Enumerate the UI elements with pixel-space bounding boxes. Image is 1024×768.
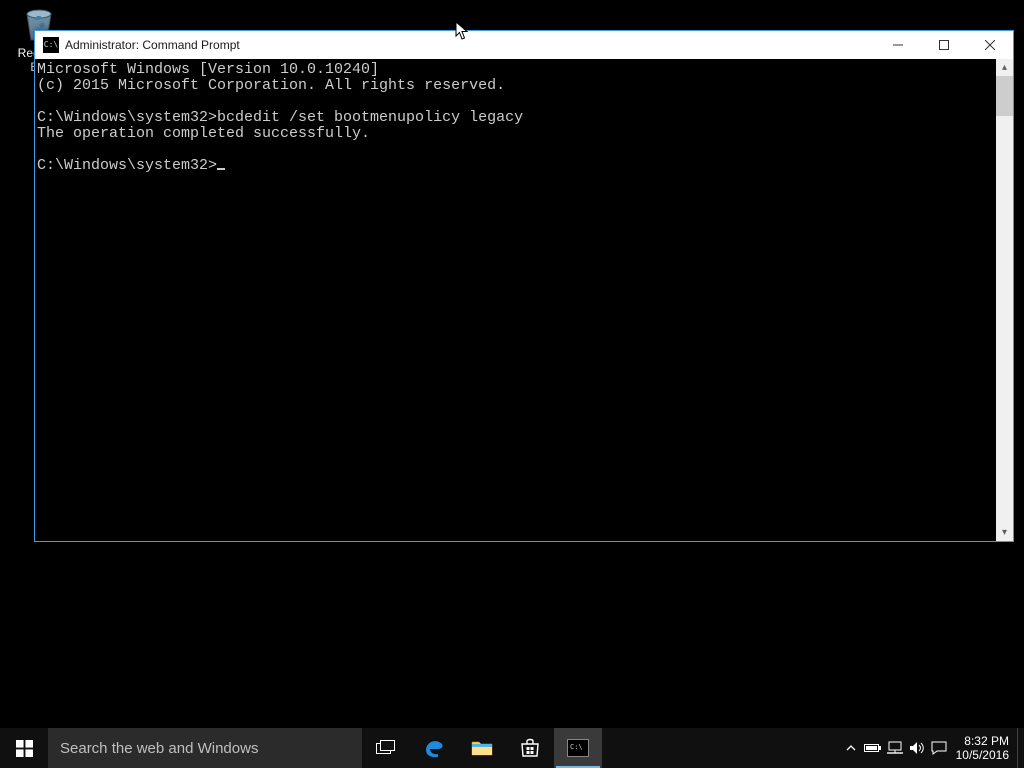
battery-icon (864, 742, 882, 754)
terminal-line: C:\Windows\system32>bcdedit /set bootmen… (37, 109, 523, 126)
window-close-button[interactable] (967, 31, 1013, 59)
terminal-output[interactable]: Microsoft Windows [Version 10.0.10240] (… (35, 59, 996, 541)
taskbar-search-box[interactable]: Search the web and Windows (48, 728, 362, 768)
tray-battery-icon[interactable] (862, 728, 884, 768)
system-tray: 8:32 PM 10/5/2016 (840, 728, 1024, 768)
svg-text:C:\: C:\ (570, 743, 583, 751)
terminal-prompt: C:\Windows\system32> (37, 157, 225, 174)
taskbar-app-store[interactable] (506, 728, 554, 768)
cmd-icon: C:\ (567, 739, 589, 757)
windows-logo-icon (16, 740, 33, 757)
edge-icon (422, 736, 446, 760)
network-icon (887, 741, 903, 755)
scroll-down-button[interactable]: ▾ (996, 524, 1013, 541)
tray-action-center-icon[interactable] (928, 728, 950, 768)
chevron-up-icon (846, 743, 856, 753)
taskbar-app-command-prompt[interactable]: C:\ (554, 728, 602, 768)
window-title: Administrator: Command Prompt (65, 38, 240, 52)
task-view-icon (376, 740, 396, 756)
store-icon (520, 738, 540, 758)
vertical-scrollbar[interactable]: ▴ ▾ (996, 59, 1013, 541)
scroll-thumb[interactable] (996, 76, 1013, 116)
folder-icon (471, 739, 493, 757)
speaker-icon (909, 741, 925, 755)
scroll-track[interactable] (996, 116, 1013, 524)
show-desktop-button[interactable] (1017, 728, 1024, 768)
taskbar-app-file-explorer[interactable] (458, 728, 506, 768)
notifications-icon (931, 741, 947, 755)
window-minimize-button[interactable] (875, 31, 921, 59)
taskbar-app-edge[interactable] (410, 728, 458, 768)
clock-time: 8:32 PM (964, 734, 1009, 748)
tray-network-icon[interactable] (884, 728, 906, 768)
start-button[interactable] (0, 728, 48, 768)
taskbar-clock[interactable]: 8:32 PM 10/5/2016 (950, 734, 1017, 762)
window-maximize-button[interactable] (921, 31, 967, 59)
taskbar-search-placeholder: Search the web and Windows (60, 740, 258, 757)
clock-date: 10/5/2016 (956, 748, 1009, 762)
taskbar: Search the web and Windows C (0, 728, 1024, 768)
tray-overflow-button[interactable] (840, 728, 862, 768)
terminal-line: Microsoft Windows [Version 10.0.10240] (37, 61, 379, 78)
window-titlebar[interactable]: Administrator: Command Prompt (35, 31, 1013, 59)
terminal-line: The operation completed successfully. (37, 125, 370, 142)
command-prompt-window: Administrator: Command Prompt Microsoft … (34, 30, 1014, 542)
terminal-line: (c) 2015 Microsoft Corporation. All righ… (37, 77, 505, 94)
cmd-app-icon (43, 37, 59, 53)
scroll-up-button[interactable]: ▴ (996, 59, 1013, 76)
task-view-button[interactable] (362, 728, 410, 768)
text-cursor (217, 168, 225, 170)
tray-volume-icon[interactable] (906, 728, 928, 768)
